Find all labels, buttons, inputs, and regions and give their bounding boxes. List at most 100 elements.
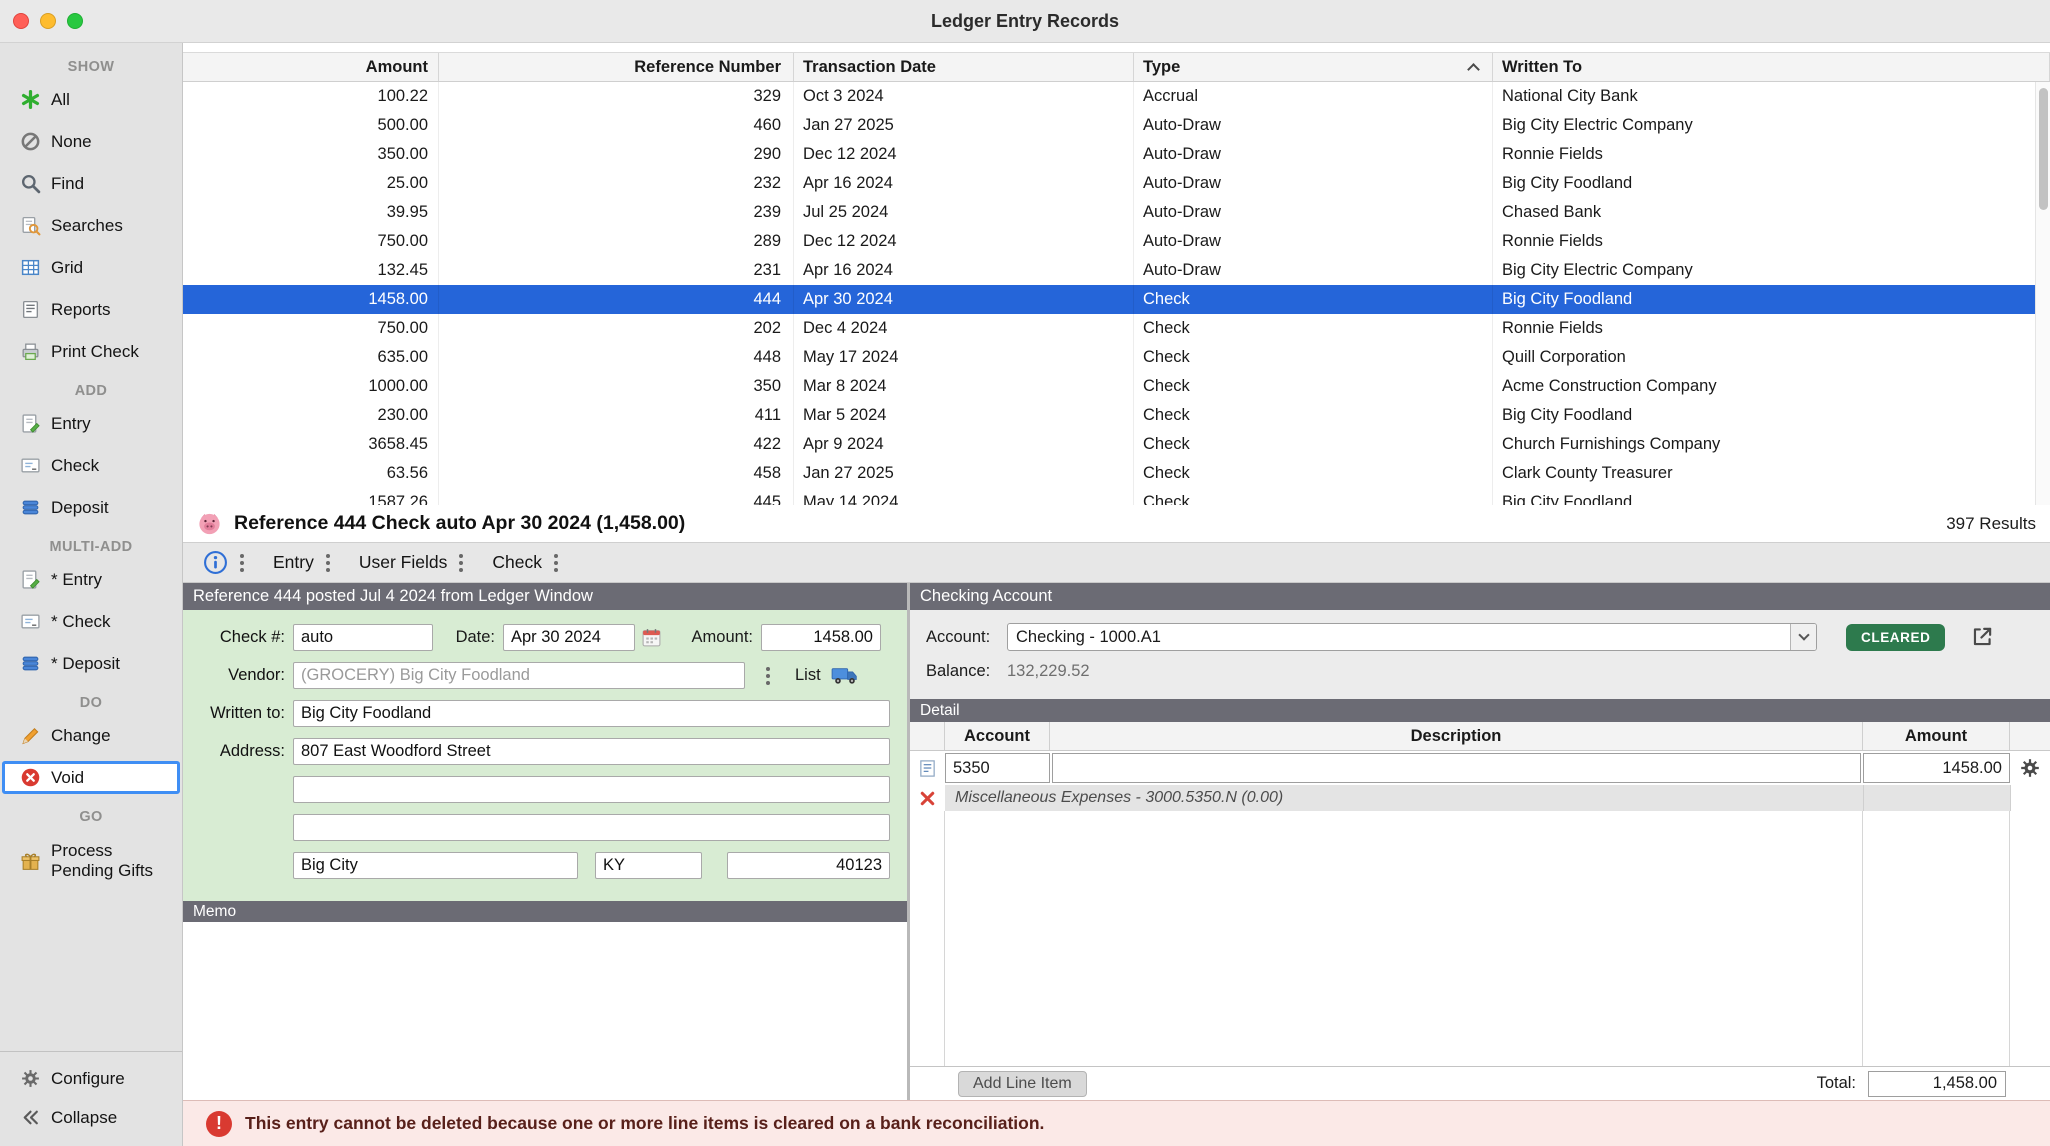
zoom-button[interactable] [67, 13, 83, 29]
table-scrollbar[interactable] [2035, 82, 2050, 505]
state-field[interactable]: KY [595, 852, 702, 879]
line-item-doc-icon[interactable] [918, 759, 937, 778]
check-document-icon [20, 611, 41, 632]
calendar-icon[interactable] [641, 627, 662, 648]
address-line3-field[interactable] [293, 814, 890, 841]
table-row[interactable]: 39.95 239 Jul 25 2024 Auto-Draw Chased B… [183, 198, 2050, 227]
external-link-icon[interactable] [1969, 624, 1995, 650]
sidebar-item-multi-check[interactable]: * Check [2, 605, 180, 638]
kebab-menu-icon[interactable] [551, 551, 561, 575]
table-row[interactable]: 750.00 202 Dec 4 2024 Check Ronnie Field… [183, 314, 2050, 343]
table-row[interactable]: 25.00 232 Apr 16 2024 Auto-Draw Big City… [183, 169, 2050, 198]
window-title: Ledger Entry Records [0, 11, 2050, 32]
account-dropdown[interactable]: Checking - 1000.A1 [1007, 623, 1817, 651]
sidebar-item-check[interactable]: Check [2, 449, 180, 482]
address-line1-field[interactable]: 807 East Woodford Street [293, 738, 890, 765]
close-button[interactable] [13, 13, 29, 29]
tab-entry[interactable]: Entry [273, 552, 314, 573]
table-row[interactable]: 1587.26 445 May 14 2024 Check Big City F… [183, 488, 2050, 505]
table-row[interactable]: 1000.00 350 Mar 8 2024 Check Acme Constr… [183, 372, 2050, 401]
table-row[interactable]: 230.00 411 Mar 5 2024 Check Big City Foo… [183, 401, 2050, 430]
truck-icon[interactable] [831, 666, 859, 686]
table-row[interactable]: 3658.45 422 Apr 9 2024 Check Church Furn… [183, 430, 2050, 459]
add-line-item-button[interactable]: Add Line Item [958, 1071, 1087, 1097]
table-row[interactable]: 350.00 290 Dec 12 2024 Auto-Draw Ronnie … [183, 140, 2050, 169]
minimize-button[interactable] [40, 13, 56, 29]
cell-type: Auto-Draw [1134, 256, 1493, 285]
cleared-button[interactable]: CLEARED [1846, 624, 1945, 651]
info-icon[interactable] [203, 550, 228, 575]
cell-written-to: Acme Construction Company [1493, 372, 2050, 401]
zip-field[interactable]: 40123 [727, 852, 890, 879]
line-item-account-field[interactable]: 5350 [945, 753, 1050, 783]
sidebar-item-reports[interactable]: Reports [2, 293, 180, 326]
column-header-reference-number[interactable]: Reference Number [439, 53, 794, 81]
sidebar-item-grid[interactable]: Grid [2, 251, 180, 284]
sidebar-item-searches[interactable]: Searches [2, 209, 180, 242]
line-item-row[interactable]: 5350 1458.00 [910, 751, 2050, 785]
column-header-type[interactable]: Type [1134, 53, 1493, 81]
sidebar-item-multi-entry[interactable]: * Entry [2, 563, 180, 596]
table-row[interactable]: 63.56 458 Jan 27 2025 Check Clark County… [183, 459, 2050, 488]
cell-type: Check [1134, 372, 1493, 401]
kebab-menu-icon[interactable] [456, 551, 466, 575]
table-row[interactable]: 635.00 448 May 17 2024 Check Quill Corpo… [183, 343, 2050, 372]
line-item-gear-icon[interactable] [2019, 757, 2041, 779]
cell-written-to: Big City Foodland [1493, 401, 2050, 430]
cell-type: Check [1134, 285, 1493, 314]
gear-icon [20, 1068, 41, 1089]
chevron-down-icon [1790, 624, 1816, 650]
address-line2-field[interactable] [293, 776, 890, 803]
column-header-amount[interactable]: Amount [183, 53, 439, 81]
cell-amount: 25.00 [183, 169, 439, 198]
warning-message: This entry cannot be deleted because one… [245, 1113, 1044, 1134]
line-item-amount-field[interactable]: 1458.00 [1863, 753, 2010, 783]
column-header-transaction-date[interactable]: Transaction Date [794, 53, 1134, 81]
sidebar-item-all[interactable]: All [2, 83, 180, 116]
sidebar-item-entry[interactable]: Entry [2, 407, 180, 440]
table-row[interactable]: 750.00 289 Dec 12 2024 Auto-Draw Ronnie … [183, 227, 2050, 256]
check-number-field[interactable]: auto [293, 624, 433, 651]
scrollbar-thumb[interactable] [2039, 88, 2048, 210]
account-area: Account: Checking - 1000.A1 CLEARED Bala… [910, 610, 2050, 699]
kebab-menu-icon[interactable] [763, 664, 773, 688]
sidebar-item-collapse[interactable]: Collapse [2, 1101, 180, 1134]
memo-field[interactable] [183, 922, 907, 1100]
cell-reference-number: 329 [439, 82, 794, 111]
amount-field[interactable]: 1458.00 [761, 624, 881, 651]
sidebar-item-find[interactable]: Find [2, 167, 180, 200]
tab-user-fields[interactable]: User Fields [359, 552, 448, 573]
date-field[interactable]: Apr 30 2024 [503, 624, 635, 651]
sidebar-item-change[interactable]: Change [2, 719, 180, 752]
detail-grid-empty-area [910, 811, 2050, 1066]
line-item-description-field[interactable] [1052, 753, 1861, 783]
kebab-menu-icon[interactable] [237, 551, 247, 575]
vendor-field[interactable]: (GROCERY) Big City Foodland [293, 662, 745, 689]
sidebar-item-process-pending-gifts[interactable]: Process Pending Gifts [2, 833, 180, 889]
sidebar-item-void[interactable]: Void [2, 761, 180, 794]
cell-written-to: Ronnie Fields [1493, 140, 2050, 169]
sidebar-item-deposit[interactable]: Deposit [2, 491, 180, 524]
tab-check[interactable]: Check [492, 552, 542, 573]
column-header-written-to[interactable]: Written To [1493, 53, 2050, 81]
kebab-menu-icon[interactable] [323, 551, 333, 575]
table-row[interactable]: 1458.00 444 Apr 30 2024 Check Big City F… [183, 285, 2050, 314]
cell-written-to: Big City Electric Company [1493, 111, 2050, 140]
cell-reference-number: 231 [439, 256, 794, 285]
written-to-field[interactable]: Big City Foodland [293, 700, 890, 727]
table-row[interactable]: 100.22 329 Oct 3 2024 Accrual National C… [183, 82, 2050, 111]
delete-line-item-icon[interactable] [918, 789, 937, 808]
total-label: Total: [1817, 1074, 1856, 1093]
sidebar-item-configure[interactable]: Configure [2, 1062, 180, 1095]
sidebar-item-print-check[interactable]: Print Check [2, 335, 180, 368]
sidebar-section-show: SHOW [0, 59, 182, 75]
vendor-list-label[interactable]: List [795, 666, 821, 685]
table-row[interactable]: 132.45 231 Apr 16 2024 Auto-Draw Big Cit… [183, 256, 2050, 285]
table-row[interactable]: 500.00 460 Jan 27 2025 Auto-Draw Big Cit… [183, 111, 2050, 140]
sidebar-item-none[interactable]: None [2, 125, 180, 158]
sidebar-item-label: Reports [51, 300, 111, 320]
sidebar-item-multi-deposit[interactable]: * Deposit [2, 647, 180, 680]
check-number-label: Check #: [190, 628, 285, 647]
pig-icon [196, 510, 223, 537]
city-field[interactable]: Big City [293, 852, 578, 879]
